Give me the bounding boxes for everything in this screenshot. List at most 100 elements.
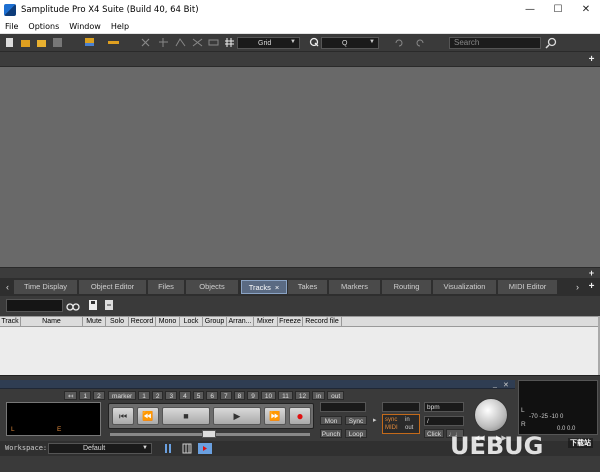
tab-objects[interactable]: Objects [186,280,239,294]
tab-midi-editor[interactable]: MIDI Editor [498,280,558,294]
quantize-dropdown[interactable]: Q ▼ [321,37,379,49]
marker-12[interactable]: 12 [294,391,311,400]
time-signature-field[interactable]: / [424,416,464,426]
sync-status-box[interactable]: sync MIDI in out [382,414,420,434]
load-preset-icon[interactable] [104,299,114,311]
playback-view-icon[interactable] [198,443,212,454]
marker-8[interactable]: 8 [233,391,246,400]
pre-button-2[interactable]: 2 [93,391,105,400]
track-view-icon[interactable] [182,443,192,454]
maximize-button[interactable]: ☐ [544,0,572,19]
tab-visualization[interactable]: Visualization [433,280,497,294]
open-folder-icon[interactable] [20,37,31,48]
add-panel-icon[interactable]: + [586,55,597,66]
mon-button[interactable]: Mon [320,416,342,425]
fast-forward-button[interactable]: ⏩ [264,407,286,425]
menu-file[interactable]: File [0,22,23,31]
jog-wheel[interactable] [474,398,508,432]
marker-2[interactable]: 2 [151,391,164,400]
tab-tracks[interactable]: Tracks × [241,280,287,294]
position-slider[interactable] [110,430,310,438]
marker-1[interactable]: 1 [138,391,150,400]
tab-markers[interactable]: Markers [329,280,381,294]
tab-time-display[interactable]: Time Display [14,280,78,294]
col-solo[interactable]: Solo [106,317,129,326]
col-record-file[interactable]: Record file [303,317,342,326]
undo-icon[interactable] [393,37,404,48]
snap-icon[interactable] [208,37,219,48]
grid-dropdown[interactable]: Grid ▼ [237,37,300,49]
marker-in[interactable]: in [312,391,326,400]
new-file-icon[interactable] [4,37,15,48]
punch-button[interactable]: Punch [320,429,342,438]
open-project-icon[interactable] [36,37,47,48]
transport-close-icon[interactable]: ✕ [503,381,509,389]
search-icon[interactable] [545,37,558,49]
fade-icon[interactable] [175,37,186,48]
pre-roll-icon[interactable]: ↤ [64,391,78,400]
crossfade-icon[interactable] [192,37,203,48]
menu-window[interactable]: Window [64,22,106,31]
marker-5[interactable]: 5 [192,391,205,400]
menu-options[interactable]: Options [23,22,64,31]
track-list[interactable] [0,327,598,375]
col-mixer[interactable]: Mixer [254,317,278,326]
marker-11[interactable]: 11 [278,391,293,400]
tab-routing[interactable]: Routing [382,280,432,294]
workspace-dropdown[interactable]: Default ▼ [48,443,152,454]
save-icon[interactable] [52,37,63,48]
marker-7[interactable]: 7 [219,391,232,400]
pre-button-1[interactable]: 1 [79,391,92,400]
col-lock[interactable]: Lock [180,317,203,326]
close-tab-icon[interactable]: × [275,283,279,292]
marker-3[interactable]: 3 [165,391,178,400]
col-track[interactable]: Track [0,317,21,326]
range-tool-icon[interactable] [108,37,119,48]
loop-range-dropdown[interactable] [320,402,366,412]
marker-out[interactable]: out [327,391,345,400]
menu-help[interactable]: Help [106,22,134,31]
tab-files[interactable]: Files [148,280,185,294]
col-mono[interactable]: Mono [156,317,180,326]
play-button[interactable]: ▶ [213,407,261,425]
binoculars-icon[interactable] [66,300,80,311]
col-freeze[interactable]: Freeze [278,317,303,326]
col-arranger[interactable]: Arran... [227,317,254,326]
arrange-workspace[interactable]: + [0,53,600,267]
time-display[interactable]: L E [6,402,101,436]
col-mute[interactable]: Mute [83,317,106,326]
transport-minimize-icon[interactable]: _ [493,381,497,388]
position-slider-handle[interactable] [202,430,216,438]
save-preset-icon[interactable] [88,299,98,311]
rewind-button[interactable]: ⏪ [137,407,159,425]
add-tab-icon[interactable]: + [586,282,597,293]
go-to-start-button[interactable]: ⏮ [112,407,134,425]
loop-button[interactable]: Loop [345,429,367,438]
sync-source-dropdown[interactable] [382,402,420,412]
bpm-field[interactable]: bpm [424,402,464,412]
stop-button[interactable]: ■ [162,407,210,425]
expand-arrow-icon[interactable]: ▸ [373,416,377,424]
marker-10[interactable]: 10 [260,391,277,400]
minimize-button[interactable]: — [516,0,544,19]
marker-9[interactable]: 9 [247,391,259,400]
click-button[interactable]: Click [424,429,444,438]
panel-divider[interactable]: + [0,267,600,278]
col-group[interactable]: Group [203,317,227,326]
tab-scroll-left-icon[interactable]: ‹ [2,280,13,294]
tab-object-editor[interactable]: Object Editor [79,280,147,294]
sync-button[interactable]: Sync [345,416,367,425]
col-name[interactable]: Name [21,317,83,326]
record-button[interactable]: ● [289,407,311,425]
split-icon[interactable] [158,37,169,48]
tab-scroll-right-icon[interactable]: › [572,280,583,294]
tab-takes[interactable]: Takes [288,280,328,294]
mixer-view-icon[interactable] [164,443,174,454]
marker-4[interactable]: 4 [179,391,191,400]
marker-6[interactable]: 6 [206,391,218,400]
cut-icon[interactable] [140,37,151,48]
close-button[interactable]: ✕ [572,0,600,19]
cursor-tool-icon[interactable] [84,37,95,48]
track-filter-input[interactable] [6,299,63,312]
search-input[interactable]: Search [449,37,541,49]
